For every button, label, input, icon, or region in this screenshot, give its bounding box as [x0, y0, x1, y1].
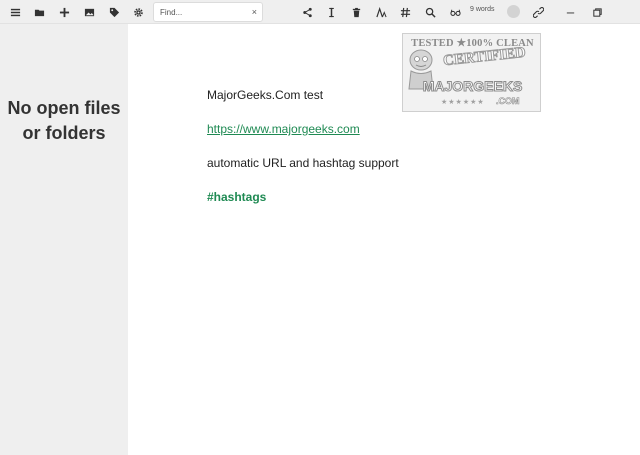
tag-icon[interactable]: [105, 3, 123, 21]
status-indicator[interactable]: [507, 5, 520, 18]
word-count: 9 words: [470, 6, 495, 13]
hashtag-icon[interactable]: [396, 3, 414, 21]
document-link[interactable]: https://www.majorgeeks.com: [207, 122, 360, 136]
watermark-stars: ★★★★★★: [441, 99, 485, 106]
hashtag-tag[interactable]: #hashtags: [207, 190, 266, 204]
watermark-brand: MAJORGEEKS: [422, 78, 523, 95]
app-window: × 9 words: [0, 0, 640, 455]
reading-glasses-icon[interactable]: [446, 3, 464, 21]
search-input[interactable]: [160, 5, 246, 20]
search-box: ×: [153, 2, 263, 22]
search-clear-button[interactable]: ×: [252, 5, 257, 20]
minimize-icon[interactable]: [561, 3, 579, 21]
sidebar: No open files or folders: [0, 24, 128, 455]
document-line: automatic URL and hashtag support: [207, 156, 399, 170]
watermark-com: .COM: [496, 96, 520, 107]
share-icon[interactable]: [298, 3, 316, 21]
menu-icon[interactable]: [6, 3, 24, 21]
majorgeeks-watermark: TESTED ★100% CLEAN CERTIFIED MAJORGEEKS …: [402, 33, 541, 112]
link-icon[interactable]: [529, 3, 547, 21]
trash-icon[interactable]: [347, 3, 365, 21]
empty-state-message: No open files or folders: [7, 98, 121, 143]
editor-pane[interactable]: MajorGeeks.Com test https://www.majorgee…: [128, 24, 640, 455]
gear-icon[interactable]: [129, 3, 147, 21]
image-icon[interactable]: [80, 3, 98, 21]
folder-open-icon[interactable]: [30, 3, 48, 21]
text-size-icon[interactable]: [372, 3, 390, 21]
restore-icon[interactable]: [588, 3, 606, 21]
plus-icon[interactable]: [55, 3, 73, 21]
search-icon[interactable]: [421, 3, 439, 21]
toolbar: × 9 words: [0, 0, 640, 24]
text-cursor-icon[interactable]: [322, 3, 340, 21]
